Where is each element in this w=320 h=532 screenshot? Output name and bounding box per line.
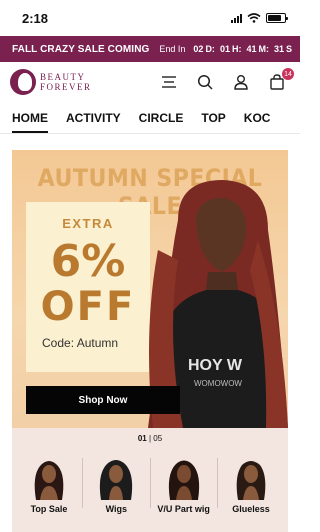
category-image xyxy=(100,460,133,500)
category-label: Glueless xyxy=(232,504,270,514)
header-actions: 14 xyxy=(158,68,294,93)
signal-icon xyxy=(231,13,242,23)
category-carousel: 01 | 05 Top Sale Wigs V/U Part wig Gluel… xyxy=(12,428,288,532)
menu-icon xyxy=(162,76,176,88)
cart-button[interactable]: 14 xyxy=(266,68,294,93)
main-nav-tabs: HOME ACTIVITY CIRCLE TOP KOC xyxy=(0,102,300,134)
wifi-icon xyxy=(247,13,261,23)
category-wigs[interactable]: Wigs xyxy=(82,456,147,514)
logo-line-1: BEAUTY xyxy=(40,72,86,82)
tab-activity[interactable]: ACTIVITY xyxy=(66,102,121,133)
countdown-minutes: 41 xyxy=(246,44,257,54)
countdown-seconds: 31 xyxy=(273,44,284,54)
logo-line-2: FOREVER xyxy=(40,82,92,92)
logo-text: BEAUTY FOREVER xyxy=(40,72,92,92)
status-time: 2:18 xyxy=(22,10,49,26)
countdown-label: End In xyxy=(159,44,186,54)
menu-button[interactable] xyxy=(158,71,180,93)
promo-bar[interactable]: FALL CRAZY SALE COMING End In 02 D: 01 H… xyxy=(0,36,300,62)
countdown-hours: 01 xyxy=(219,44,230,54)
category-vu-part-wig[interactable]: V/U Part wig xyxy=(149,456,215,514)
tab-koc[interactable]: KOC xyxy=(244,102,271,133)
pager-current: 01 xyxy=(137,434,147,443)
offer-off: OFF xyxy=(40,284,136,330)
category-label: Top Sale xyxy=(30,504,68,514)
category-label: Wigs xyxy=(105,504,128,514)
countdown-hours-unit: H: xyxy=(231,44,242,54)
tab-top[interactable]: TOP xyxy=(201,102,225,133)
category-label: V/U Part wig xyxy=(157,504,210,514)
promo-code: Code: Autumn xyxy=(42,336,119,350)
cart-count-badge: 14 xyxy=(282,68,294,80)
category-image xyxy=(34,461,64,500)
countdown-days: 02 xyxy=(193,44,204,54)
user-icon xyxy=(234,75,248,90)
category-image xyxy=(236,461,266,500)
search-icon xyxy=(197,74,213,90)
promo-text: FALL CRAZY SALE COMING xyxy=(12,43,150,55)
shop-now-button[interactable]: Shop Now xyxy=(26,386,180,414)
pager-total: 05 xyxy=(153,434,163,443)
status-bar: 2:18 xyxy=(0,0,300,36)
carousel-pager: 01 | 05 xyxy=(12,434,288,443)
search-button[interactable] xyxy=(194,71,216,93)
offer-extra: EXTRA xyxy=(62,216,114,231)
countdown-days-unit: D: xyxy=(205,44,215,54)
category-top-sale[interactable]: Top Sale xyxy=(18,456,80,514)
category-image xyxy=(168,460,199,500)
pager-separator: | xyxy=(148,434,152,443)
logo-mark-icon xyxy=(10,69,36,95)
status-icons xyxy=(231,13,288,23)
countdown-seconds-unit: S xyxy=(285,44,292,54)
offer-percent: 6% xyxy=(50,236,126,287)
site-header: BEAUTY FOREVER 14 xyxy=(0,62,300,102)
svg-text:WOMOWOW: WOMOWOW xyxy=(194,379,242,388)
category-row: Top Sale Wigs V/U Part wig Glueless xyxy=(18,456,282,514)
account-button[interactable] xyxy=(230,71,252,93)
tab-home[interactable]: HOME xyxy=(12,102,48,133)
category-glueless[interactable]: Glueless xyxy=(216,456,282,514)
tab-circle[interactable]: CIRCLE xyxy=(139,102,184,133)
battery-icon xyxy=(266,13,288,23)
hero-banner[interactable]: AUTUMN SPECIAL SALE EXTRA 6% OFF Code: A… xyxy=(12,150,288,428)
svg-text:HOY W: HOY W xyxy=(188,357,243,374)
brand-logo[interactable]: BEAUTY FOREVER xyxy=(10,69,92,95)
countdown-timer: End In 02 D: 01 H: 41 M: 31 S xyxy=(159,44,292,54)
countdown-minutes-unit: M: xyxy=(258,44,269,54)
